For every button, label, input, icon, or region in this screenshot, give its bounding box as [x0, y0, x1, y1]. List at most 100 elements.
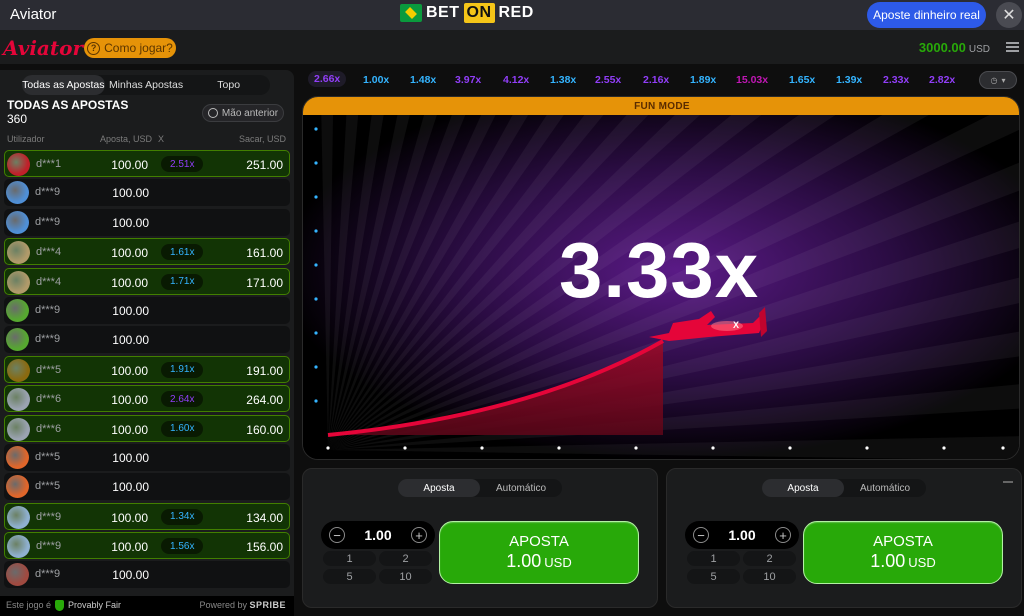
bet-multiplier: 2.51x [161, 156, 204, 172]
fun-mode-banner: FUN MODE [303, 97, 1019, 115]
bet-row: d***4 100.00 1.71x 171.00 [4, 267, 290, 295]
bet-amount: 100.00 [111, 510, 148, 525]
quick-amount-2[interactable]: 2 [379, 551, 432, 566]
x-axis-dot [480, 446, 484, 450]
column-multiplier: X [158, 134, 165, 144]
brand-part1: BET [426, 4, 460, 21]
tab-auto[interactable]: Automático [480, 479, 562, 497]
tab-bet[interactable]: Aposta [762, 479, 844, 497]
avatar [7, 241, 30, 265]
bet-user: d***5 [35, 480, 61, 493]
place-bet-button[interactable]: APOSTA 1.00 USD [803, 521, 1003, 584]
quick-amount-2[interactable]: 2 [743, 551, 796, 566]
y-axis-dot [314, 263, 318, 267]
bet-multiplier: 2.64x [161, 391, 204, 408]
y-axis-dot [314, 331, 318, 335]
shield-icon [55, 600, 65, 612]
history-multiplier: 1.39x [836, 74, 863, 86]
x-axis-dot [557, 446, 561, 450]
tab-auto[interactable]: Automático [844, 479, 926, 497]
all-bets-count: 360 [7, 112, 28, 126]
how-to-play-button[interactable]: ? Como jogar? [84, 38, 176, 58]
bet-cashout: 191.00 [246, 363, 283, 378]
quick-amount-10[interactable]: 10 [743, 569, 796, 584]
bet-user: d***1 [36, 158, 62, 170]
quick-amount-5[interactable]: 5 [687, 569, 740, 584]
bet-amount: 100.00 [112, 186, 149, 201]
y-axis-dot [314, 399, 318, 403]
multiplier-history: 2.66x 1.00x 1.48x 3.97x 4.12x 1.38x 2.55x 2.16x… [304, 70, 1020, 90]
x-axis-dot [1001, 446, 1005, 450]
x-axis-dot [326, 446, 330, 450]
bet-row: d***5 100.00 [4, 473, 290, 501]
remove-panel-icon[interactable] [1003, 481, 1013, 483]
provably-fair[interactable]: Este jogo é Provably Fair [6, 600, 121, 612]
avatar [6, 298, 29, 322]
bet-row: d***9 100.00 1.56x 156.00 [4, 532, 290, 560]
column-cashout: Sacar, USD [238, 134, 286, 144]
bet-cashout: 264.00 [246, 393, 283, 408]
history-multiplier: 1.00x [363, 74, 390, 86]
bet-user: d***9 [35, 186, 61, 199]
tab-bet[interactable]: Aposta [398, 479, 480, 497]
tab-my-bets[interactable]: Minhas Apostas [105, 75, 188, 95]
bet-button-amount: 1.00 USD [506, 551, 572, 571]
bet-amount: 100.00 [112, 450, 149, 465]
bet-amount: 100.00 [112, 215, 149, 230]
bet-cashout: 134.00 [246, 510, 283, 525]
plus-icon[interactable]: + [411, 527, 427, 543]
top-bar: Aviator BET ON RED Aposte dinheiro real … [0, 0, 1024, 30]
brand-part3: RED [498, 4, 534, 21]
brand-logo: BET ON RED [400, 3, 534, 23]
quick-amount-5[interactable]: 5 [323, 569, 376, 584]
avatar [6, 181, 29, 205]
previous-round-button[interactable]: Mão anterior [202, 104, 284, 122]
bet-amount: 100.00 [111, 246, 148, 261]
bet-amount-stepper: − 1.00 + [685, 521, 799, 549]
current-multiplier: 3.33x [559, 226, 760, 314]
bet-row: d***1 100.00 2.51x 251.00 [4, 150, 290, 177]
y-axis-dot [314, 297, 318, 301]
real-money-button[interactable]: Aposte dinheiro real [867, 2, 986, 28]
x-axis-dot [865, 446, 869, 450]
x-axis-dot [711, 446, 715, 450]
place-bet-button[interactable]: APOSTA 1.00 USD [439, 521, 639, 584]
avatar [6, 210, 29, 234]
provably-prefix: Este jogo é [6, 600, 52, 610]
close-icon[interactable]: ✕ [996, 2, 1022, 28]
bet-amount: 100.00 [111, 158, 148, 172]
bet-multiplier: 1.71x [161, 273, 204, 290]
history-multiplier: 1.89x [690, 74, 717, 86]
y-axis-dot [314, 195, 318, 199]
powered-by-label: Powered by [199, 600, 247, 610]
tab-top[interactable]: Topo [187, 75, 270, 95]
bet-row: d***5 100.00 [4, 443, 290, 471]
quick-amount-1[interactable]: 1 [323, 551, 376, 566]
avatar [7, 505, 30, 529]
bet-multiplier: 1.60x [161, 420, 204, 437]
bet-row: d***5 100.00 1.91x 191.00 [4, 355, 290, 383]
bet-row: d***9 100.00 [4, 561, 290, 589]
history-toggle-button[interactable]: ◷ ▾ [979, 71, 1017, 89]
bet-user: d***5 [35, 450, 61, 463]
avatar [7, 270, 30, 294]
bet-cashout: 251.00 [246, 158, 283, 172]
bets-tabs: Todas as Apostas Minhas Apostas Topo [22, 75, 270, 95]
aviator-logo: Aviator [3, 36, 83, 60]
chevron-down-icon: ▾ [1001, 75, 1006, 85]
quick-amount-1[interactable]: 1 [687, 551, 740, 566]
brand-part2: ON [463, 3, 495, 23]
history-multiplier: 4.12x [503, 74, 530, 86]
tab-all-bets[interactable]: Todas as Apostas [22, 75, 105, 95]
avatar [6, 563, 29, 587]
column-bet: Aposta, USD [100, 134, 153, 144]
bet-cashout: 161.00 [246, 246, 283, 261]
bet-row: d***6 100.00 2.64x 264.00 [4, 385, 290, 413]
plus-icon[interactable]: + [775, 527, 791, 543]
bets-panel: Todas as Apostas Minhas Apostas Topo TOD… [0, 70, 294, 616]
balance: 3000.00 USD [919, 40, 990, 55]
bet-multiplier: 1.61x [161, 244, 204, 261]
bet-user: d***9 [35, 333, 61, 346]
quick-amount-10[interactable]: 10 [379, 569, 432, 584]
menu-icon[interactable] [1006, 42, 1019, 52]
